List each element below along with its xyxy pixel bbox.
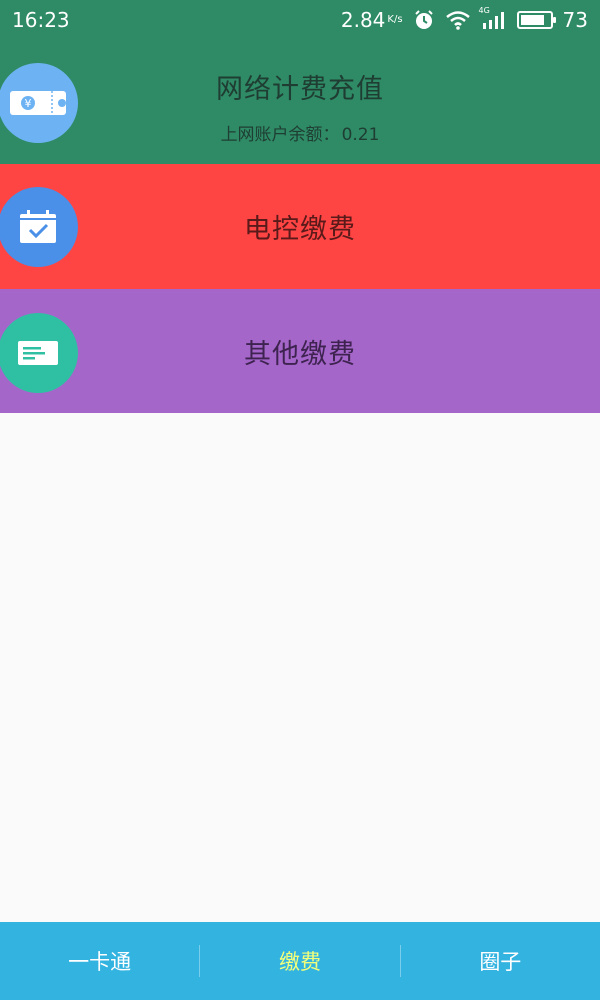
yuan-ticket-icon: ¥: [0, 63, 78, 143]
nav-tab-campus-card[interactable]: 一卡通: [0, 922, 199, 1000]
net-speed: 2.84 K/s: [341, 8, 403, 32]
signal-network-label: 4G: [478, 6, 490, 15]
wifi-icon: [445, 10, 471, 30]
balance-value: 0.21: [341, 125, 380, 145]
card-icon: [0, 313, 78, 393]
bottom-navigation: 一卡通 缴费 圈子: [0, 922, 600, 1000]
other-payment-title: 其他缴费: [244, 338, 356, 370]
network-billing-recharge-row[interactable]: ¥ 网络计费充值 上网账户余额： 0.21: [0, 40, 600, 164]
other-payment-row[interactable]: 其他缴费: [0, 289, 600, 413]
net-speed-unit: K/s: [387, 14, 403, 25]
balance-label: 上网账户余额：: [220, 125, 340, 145]
calendar-check-icon: [0, 187, 78, 267]
electric-payment-row[interactable]: 电控缴费: [0, 164, 600, 289]
alarm-icon: [413, 9, 435, 31]
nav-tab-payment[interactable]: 缴费: [200, 922, 399, 1000]
signal-icon: 4G: [479, 6, 507, 30]
status-icons: 2.84 K/s 4G 73: [341, 6, 588, 32]
status-time: 16:23: [12, 8, 70, 32]
svg-text:¥: ¥: [25, 97, 32, 110]
battery-level: 73: [562, 8, 588, 32]
battery-icon: [516, 11, 556, 29]
electric-payment-title: 电控缴费: [244, 214, 356, 245]
status-bar: 16:23 2.84 K/s 4G 73: [0, 0, 600, 40]
account-balance: 上网账户余额： 0.21: [221, 120, 380, 145]
network-billing-title: 网络计费充值: [216, 74, 384, 105]
nav-tab-circle[interactable]: 圈子: [401, 922, 600, 1000]
net-speed-value: 2.84: [340, 8, 386, 32]
